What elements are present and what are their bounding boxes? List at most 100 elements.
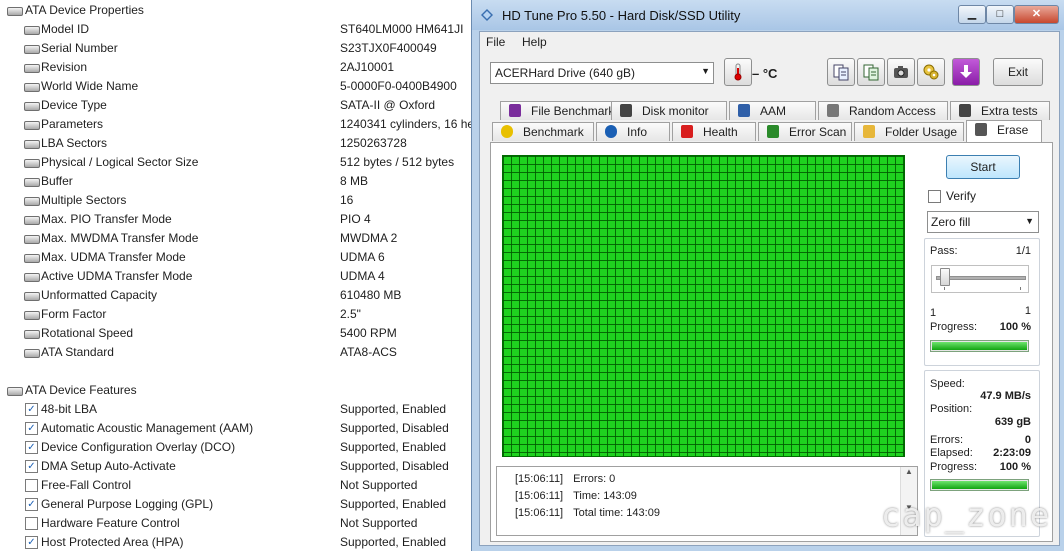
download-icon [960, 65, 972, 78]
hdtune-window: HD Tune Pro 5.50 - Hard Disk/SSD Utility… [471, 0, 1064, 551]
tab-label: Info [627, 125, 648, 139]
feature-row[interactable]: ✓ Host Protected Area (HPA) Supported, Ena… [0, 533, 472, 551]
feature-row[interactable]: ✓ DMA Setup Auto-Activate Supported, Disab… [0, 457, 472, 476]
feature-row[interactable]: ✓ 48-bit LBA Supported, Enabled [0, 400, 472, 419]
property-row[interactable]: Multiple Sectors 16 [0, 191, 472, 210]
erase-panel: ▲ ▼ [15:06:11] Errors: 0 [15:06:11] Time: 14… [490, 142, 1053, 542]
property-value: 16 [340, 193, 354, 207]
tab-benchmark[interactable]: Benchmark [492, 122, 594, 141]
property-row[interactable]: Max. MWDMA Transfer Mode MWDMA 2 [0, 229, 472, 248]
property-row[interactable]: LBA Sectors 1250263728 [0, 134, 472, 153]
chevron-down-icon: ▼ [1025, 216, 1034, 226]
minimize-button[interactable]: ▁ [958, 5, 986, 24]
property-row[interactable]: World Wide Name 5-0000F0-0400B4900 [0, 77, 472, 96]
property-row[interactable]: Serial Number S23TJX0F400049 [0, 39, 472, 58]
drive-select[interactable]: ACERHard Drive (640 gB) ▼ [490, 62, 714, 84]
tab-info[interactable]: Info [596, 122, 670, 141]
feature-row[interactable]: ✓ Device Configuration Overlay (DCO) Suppo… [0, 438, 472, 457]
property-row[interactable]: Active UDMA Transfer Mode UDMA 4 [0, 267, 472, 286]
magnifier-icon [767, 125, 779, 138]
feature-checkbox[interactable] [25, 479, 38, 492]
property-row[interactable]: Max. PIO Transfer Mode PIO 4 [0, 210, 472, 229]
feature-value: Supported, Enabled [340, 440, 447, 454]
verify-checkbox[interactable] [928, 190, 941, 203]
block-map [502, 155, 905, 457]
tab-label: Error Scan [789, 125, 847, 139]
drive-icon [24, 45, 40, 54]
log-line: [15:06:11] Time: 143:09 [515, 490, 637, 502]
property-name: Parameters [41, 117, 104, 131]
menu-help[interactable]: Help [522, 35, 547, 49]
property-row[interactable]: Rotational Speed 5400 RPM [0, 324, 472, 343]
property-value: 1250263728 [340, 136, 407, 150]
feature-checkbox[interactable]: ✓ [25, 441, 38, 454]
feature-checkbox[interactable] [25, 517, 38, 530]
tab-random-access[interactable]: Random Access [818, 101, 948, 120]
start-button[interactable]: Start [946, 155, 1020, 179]
pass-slider[interactable] [931, 265, 1029, 293]
tab-label: Folder Usage [885, 125, 958, 139]
drive-icon [24, 254, 40, 263]
tab-file-benchmark[interactable]: File Benchmark [500, 101, 615, 120]
drive-icon [24, 102, 40, 111]
property-row[interactable]: Parameters 1240341 cylinders, 16 hea [0, 115, 472, 134]
property-name: Model ID [41, 22, 90, 36]
tab-extra-tests[interactable]: Extra tests [950, 101, 1050, 120]
property-value: S23TJX0F400049 [340, 41, 437, 55]
property-row[interactable]: Device Type SATA-II @ Oxford [0, 96, 472, 115]
drive-icon [24, 159, 40, 168]
feature-row[interactable]: ✓ General Purpose Logging (GPL) Supported,… [0, 495, 472, 514]
property-row[interactable]: Model ID ST640LM000 HM641JI [0, 20, 472, 39]
feature-row[interactable]: ✓ Automatic Acoustic Management (AAM) Supp… [0, 419, 472, 438]
pass-label: Pass: [930, 245, 958, 257]
camera-icon [894, 66, 908, 78]
maximize-button[interactable]: □ [986, 5, 1014, 24]
feature-value: Supported, Enabled [340, 497, 447, 511]
property-row[interactable]: Buffer 8 MB [0, 172, 472, 191]
tab-label: File Benchmark [531, 104, 615, 118]
temperature-readout: – °C [752, 66, 778, 81]
tab-erase[interactable]: Erase [966, 120, 1042, 142]
exit-button[interactable]: Exit [993, 58, 1043, 86]
tab-disk-monitor[interactable]: Disk monitor [611, 101, 727, 120]
feature-checkbox[interactable]: ✓ [25, 536, 38, 549]
property-value: SATA-II @ Oxford [340, 98, 436, 112]
hdtune-app-icon [481, 9, 493, 21]
close-button[interactable]: ✕ [1014, 5, 1059, 24]
screenshot-button[interactable] [887, 58, 915, 86]
tab-aam[interactable]: AAM [729, 101, 816, 120]
chevron-down-icon: ▼ [701, 66, 710, 76]
feature-row[interactable]: Hardware Feature Control Not Supported [0, 514, 472, 533]
temperature-button[interactable] [724, 58, 752, 86]
log-box[interactable]: ▲ ▼ [15:06:11] Errors: 0 [15:06:11] Time: 14… [496, 466, 918, 536]
property-row[interactable]: Max. UDMA Transfer Mode UDMA 6 [0, 248, 472, 267]
property-row[interactable]: ATA Standard ATA8-ACS [0, 343, 472, 362]
feature-checkbox[interactable]: ✓ [25, 403, 38, 416]
slider-min-label: 1 [930, 307, 937, 319]
section-ata-features[interactable]: ATA Device Features [0, 381, 472, 400]
property-row[interactable]: Physical / Logical Sector Size 512 bytes … [0, 153, 472, 172]
options-button[interactable] [917, 58, 945, 86]
tab-health[interactable]: Health [672, 122, 756, 141]
section-ata-properties[interactable]: ATA Device Properties [0, 1, 472, 20]
property-row[interactable]: Form Factor 2.5" [0, 305, 472, 324]
copy-all-button[interactable] [857, 58, 885, 86]
feature-checkbox[interactable]: ✓ [25, 460, 38, 473]
feature-checkbox[interactable]: ✓ [25, 498, 38, 511]
slider-thumb[interactable] [940, 268, 950, 286]
feature-value: Supported, Enabled [340, 402, 447, 416]
property-row[interactable]: Revision 2AJ10001 [0, 58, 472, 77]
feature-value: Not Supported [340, 478, 418, 492]
tab-error-scan[interactable]: Error Scan [758, 122, 852, 141]
copy-button[interactable] [827, 58, 855, 86]
elapsed-value: 2:23:09 [993, 447, 1031, 459]
fill-mode-select[interactable]: Zero fill ▼ [927, 211, 1039, 233]
save-button[interactable] [952, 58, 980, 86]
feature-row[interactable]: Free-Fall Control Not Supported [0, 476, 472, 495]
property-row[interactable]: Unformatted Capacity 610480 MB [0, 286, 472, 305]
tab-folder-usage[interactable]: Folder Usage [854, 122, 964, 141]
feature-checkbox[interactable]: ✓ [25, 422, 38, 435]
title-bar[interactable]: HD Tune Pro 5.50 - Hard Disk/SSD Utility… [472, 0, 1064, 30]
menu-file[interactable]: File [486, 35, 505, 49]
slider-tick [944, 287, 945, 290]
